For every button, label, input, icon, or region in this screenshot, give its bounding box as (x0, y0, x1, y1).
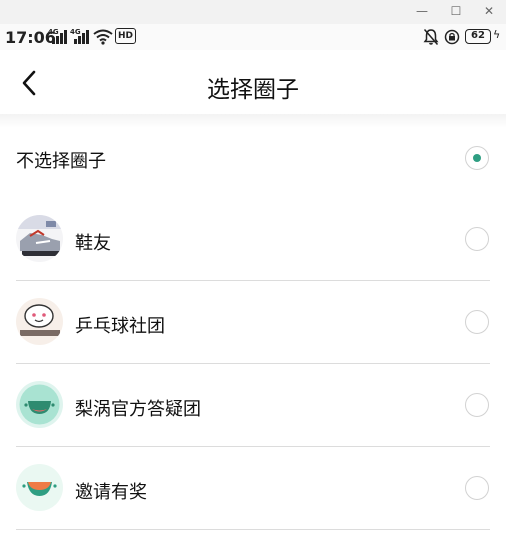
radio-circle[interactable] (465, 476, 489, 500)
lock-rotation-icon (444, 29, 460, 45)
close-window-button[interactable]: ✕ (472, 0, 506, 22)
cellular-signal-icon: 4G (48, 28, 68, 46)
list-item[interactable]: 乒乓球社团 (0, 281, 506, 364)
minimize-button[interactable]: — (405, 0, 439, 22)
window-title-bar: — ☐ ✕ (0, 0, 506, 24)
list-item[interactable]: 鞋友 (0, 198, 506, 281)
radio-circle[interactable] (465, 393, 489, 417)
hd-icon: HD (115, 28, 137, 44)
status-bar: 17:06 4G 4G HD 62 ϟ (0, 24, 506, 50)
circle-name: 邀请有奖 (75, 482, 147, 503)
pingpong-club-avatar (16, 298, 63, 345)
cellular-signal-icon: 4G (70, 28, 90, 46)
circle-name: 鞋友 (75, 233, 111, 254)
circle-name: 乒乓球社团 (75, 316, 165, 337)
invite-reward-avatar (16, 464, 63, 511)
charging-icon: ϟ (493, 28, 501, 41)
no-circle-option[interactable]: 不选择圈子 (0, 128, 506, 188)
maximize-button[interactable]: ☐ (439, 0, 473, 22)
list-item[interactable]: 梨涡官方答疑团 (0, 364, 506, 447)
no-circle-label: 不选择圈子 (16, 151, 106, 172)
list-item[interactable]: 邀请有奖 (0, 447, 506, 530)
signal-label: 4G (70, 28, 81, 36)
circle-name: 梨涡官方答疑团 (75, 399, 201, 420)
liwo-official-avatar (16, 381, 63, 428)
radio-no-circle[interactable] (465, 146, 489, 170)
radio-circle[interactable] (465, 227, 489, 251)
bell-muted-icon (423, 29, 439, 45)
app-header: 选择圈子 (0, 50, 506, 116)
battery-icon: 62 (465, 29, 491, 44)
header-shadow (0, 114, 506, 128)
divider (16, 529, 490, 530)
radio-circle[interactable] (465, 310, 489, 334)
wifi-icon (93, 29, 113, 45)
sneaker-avatar (16, 215, 63, 262)
signal-label: 4G (48, 28, 59, 36)
page-title: 选择圈子 (207, 77, 299, 103)
